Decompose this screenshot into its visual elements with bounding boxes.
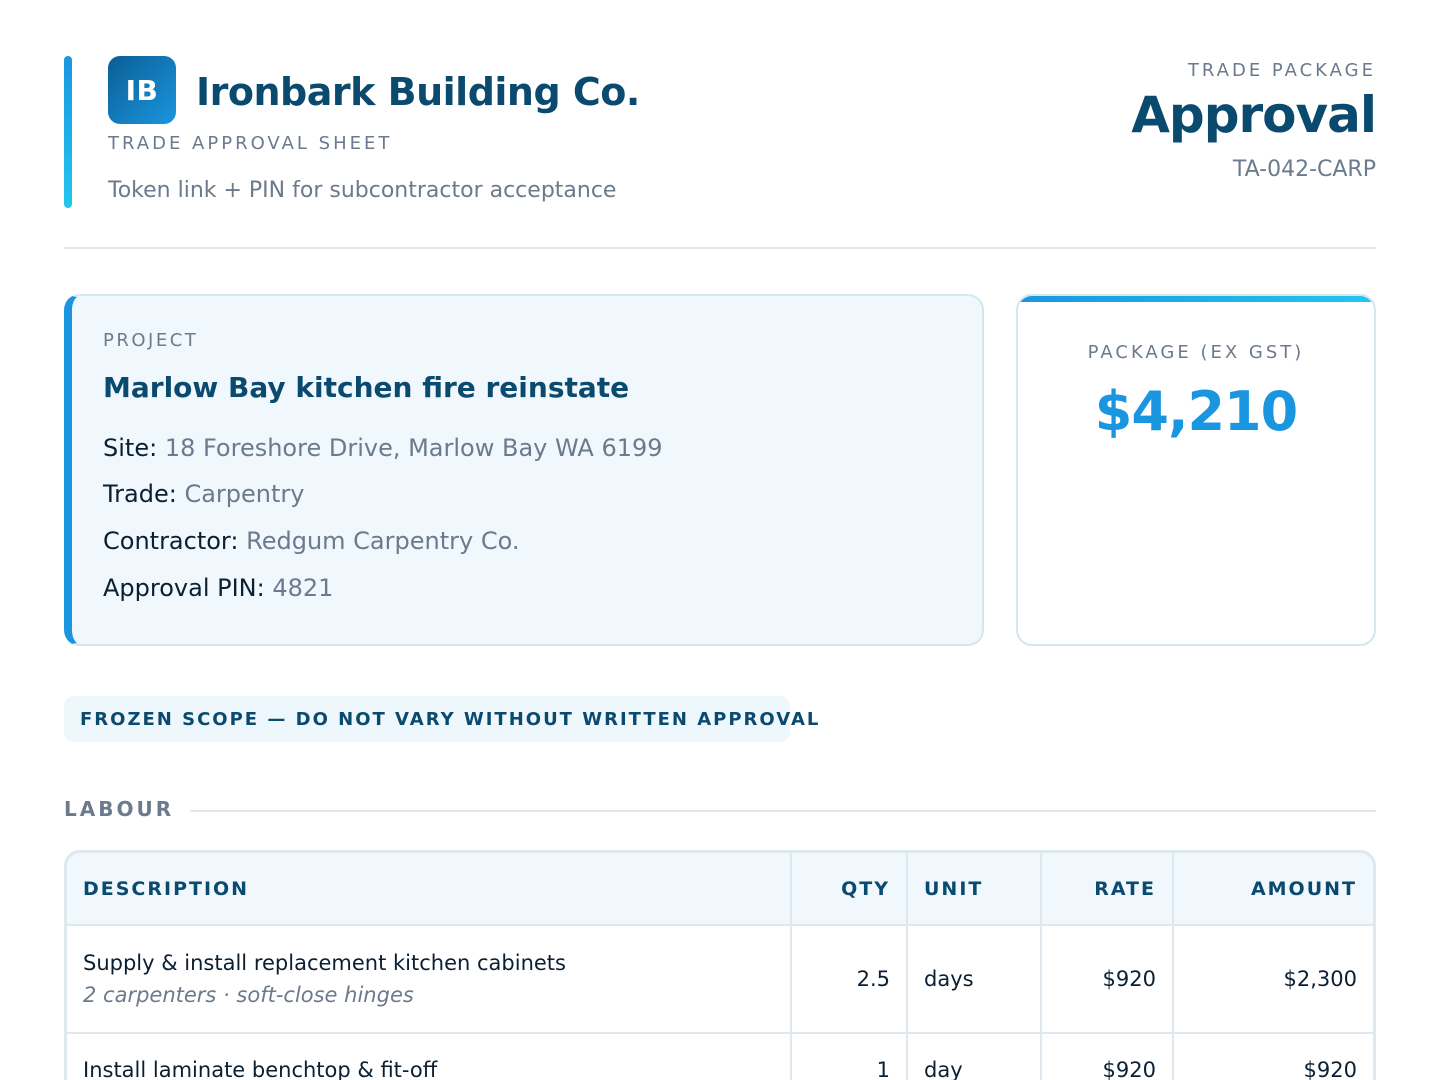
field-site: Site: 18 Foreshore Drive, Marlow Bay WA … — [103, 434, 663, 462]
column-header-qty: QTY — [791, 853, 908, 926]
column-header-description: DESCRIPTION — [67, 853, 792, 926]
cell-amount: $920 — [1173, 1033, 1373, 1080]
field-trade: Trade: Carpentry — [103, 480, 304, 508]
field-site-value: 18 Foreshore Drive, Marlow Bay WA 6199 — [164, 434, 663, 462]
cell-amount: $2,300 — [1173, 925, 1373, 1034]
cell-qty: 1 — [791, 1033, 908, 1080]
cell-unit: day — [907, 1033, 1042, 1080]
cell-description: Supply & install replacement kitchen cab… — [67, 925, 792, 1034]
sheet-label: TRADE APPROVAL SHEET — [108, 133, 393, 154]
field-trade-key: Trade: — [103, 480, 177, 508]
frozen-scope-notice: FROZEN SCOPE — DO NOT VARY WITHOUT WRITT… — [64, 696, 818, 742]
column-header-amount: AMOUNT — [1173, 853, 1373, 926]
package-type-label: TRADE PACKAGE — [1187, 60, 1376, 81]
field-contractor-value: Redgum Carpentry Co. — [246, 527, 520, 555]
table-row: Install laminate benchtop & fit-off 1 da… — [67, 1033, 1373, 1080]
company-logo: IB — [108, 56, 176, 124]
package-total-card: PACKAGE (EX GST) $4,210 — [1016, 294, 1376, 646]
company-name: Ironbark Building Co. — [196, 70, 640, 114]
field-trade-value: Carpentry — [184, 480, 305, 508]
package-total-label: PACKAGE (EX GST) — [1087, 342, 1305, 363]
cell-description: Install laminate benchtop & fit-off — [67, 1033, 792, 1080]
header-right: TRADE PACKAGE Approval TA-042-CARP — [1131, 56, 1377, 182]
table-row: Supply & install replacement kitchen cab… — [67, 925, 1373, 1034]
page-title: Approval — [1131, 86, 1377, 144]
package-card-accent — [1018, 296, 1374, 302]
field-site-key: Site: — [103, 434, 158, 462]
field-pin-value: 4821 — [272, 574, 334, 602]
header-divider — [64, 247, 1376, 249]
header-accent-bar — [64, 56, 72, 208]
field-contractor: Contractor: Redgum Carpentry Co. — [103, 527, 519, 555]
project-label: PROJECT — [103, 330, 199, 351]
cell-rate: $920 — [1041, 925, 1174, 1034]
row-description: Install laminate benchtop & fit-off — [83, 1058, 438, 1080]
labour-table: DESCRIPTION QTY UNIT RATE AMOUNT Supply … — [64, 850, 1376, 1080]
field-contractor-key: Contractor: — [103, 527, 239, 555]
row-description: Supply & install replacement kitchen cab… — [83, 951, 566, 975]
cell-qty: 2.5 — [791, 925, 908, 1034]
cell-rate: $920 — [1041, 1033, 1174, 1080]
project-card: PROJECT Marlow Bay kitchen fire reinstat… — [64, 294, 984, 646]
section-label-labour: LABOUR — [64, 797, 175, 821]
document-reference: TA-042-CARP — [1232, 157, 1376, 182]
table-header-row: DESCRIPTION QTY UNIT RATE AMOUNT — [67, 853, 1373, 926]
project-title: Marlow Bay kitchen fire reinstate — [103, 371, 630, 404]
column-header-unit: UNIT — [907, 853, 1042, 926]
sheet-subtitle: Token link + PIN for subcontractor accep… — [108, 178, 617, 203]
field-approval-pin: Approval PIN: 4821 — [103, 574, 333, 602]
row-note: 2 carpenters · soft-close hinges — [83, 983, 414, 1007]
column-header-rate: RATE — [1041, 853, 1174, 926]
package-total-amount: $4,210 — [1094, 380, 1298, 443]
document-header: IB Ironbark Building Co. TRADE APPROVAL … — [64, 56, 1377, 208]
field-pin-key: Approval PIN: — [103, 574, 265, 602]
section-divider — [190, 810, 1376, 812]
cell-unit: days — [907, 925, 1042, 1034]
